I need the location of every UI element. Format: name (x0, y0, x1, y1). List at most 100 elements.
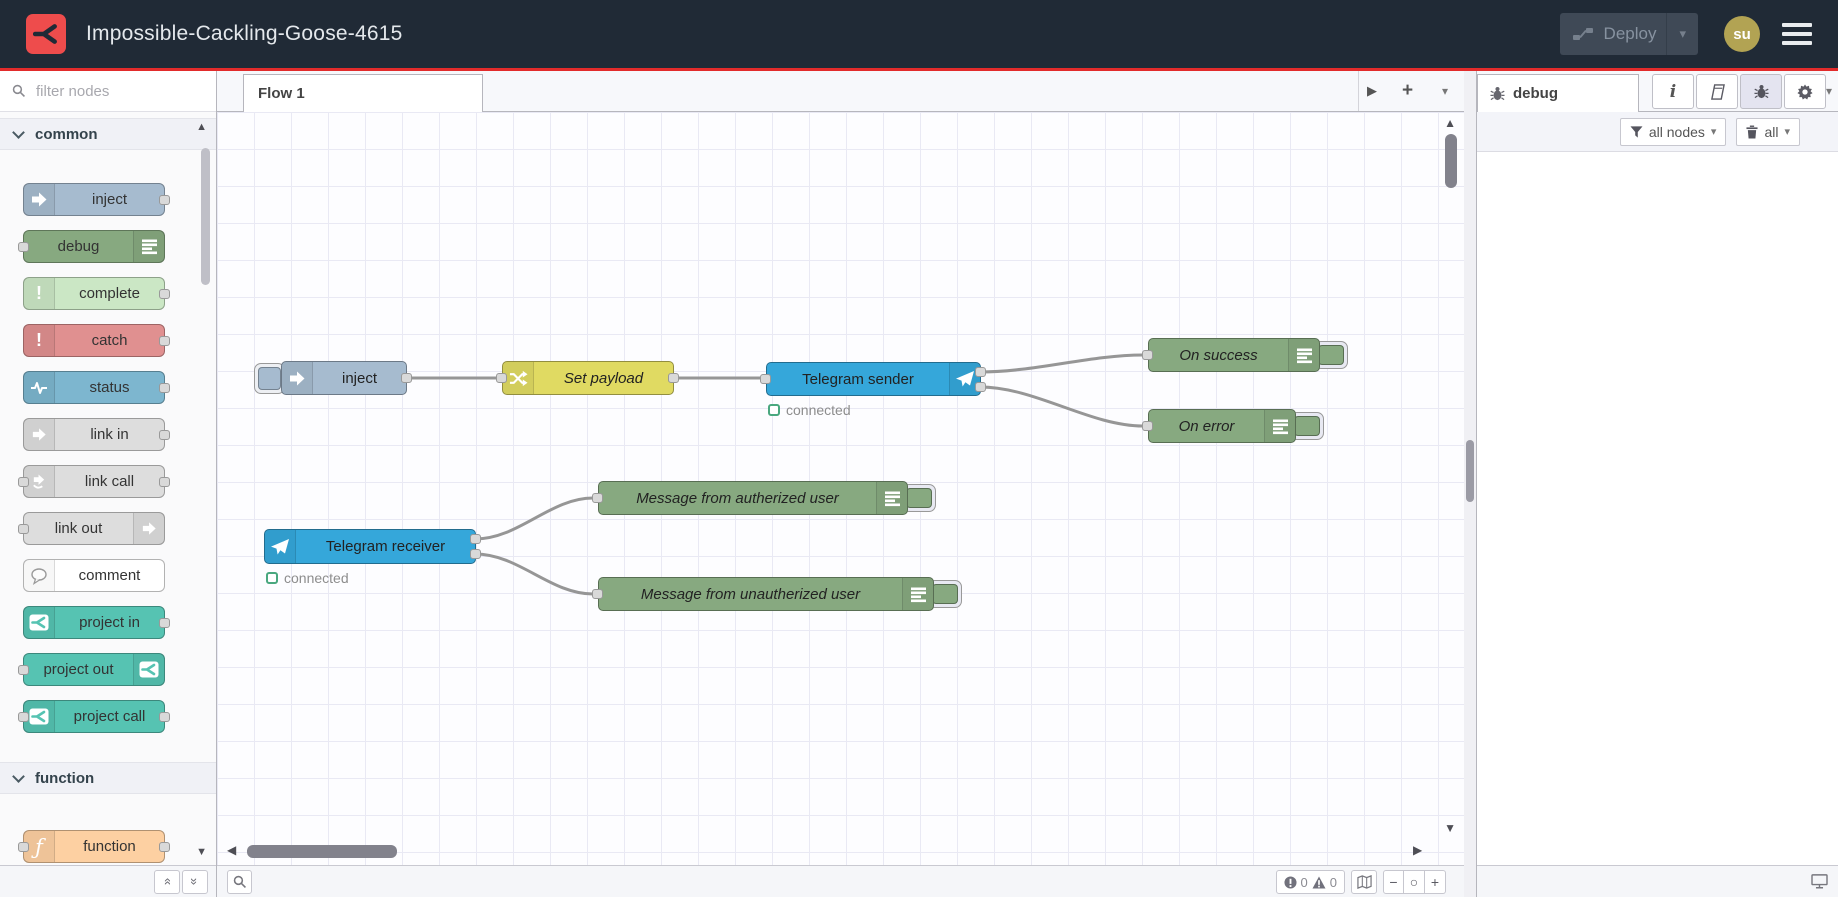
canvas-hscrollbar-thumb[interactable] (247, 845, 397, 858)
collapse-all-categories-button[interactable]: » (154, 869, 180, 894)
palette-node-project-in[interactable]: project in (23, 606, 170, 639)
node-port[interactable] (470, 534, 481, 544)
node-port[interactable] (159, 842, 170, 852)
palette-node-inject[interactable]: inject (23, 183, 170, 216)
palette-node-debug[interactable]: debug (18, 230, 165, 263)
deploy-button[interactable]: Deploy ▾ (1559, 13, 1698, 55)
node-telegram-sender[interactable]: Telegram sender (766, 362, 981, 396)
palette-node-complete[interactable]: ! complete (23, 277, 170, 310)
node-inject[interactable]: inject (281, 361, 407, 395)
node-port[interactable] (18, 842, 29, 852)
node-port[interactable] (1142, 421, 1153, 431)
zoom-out-button[interactable]: − (1383, 870, 1404, 894)
node-port[interactable] (1142, 350, 1153, 360)
splitter-grip[interactable] (1466, 440, 1474, 502)
node-port[interactable] (159, 712, 170, 722)
debug-message-list[interactable] (1477, 152, 1838, 865)
node-port[interactable] (401, 373, 412, 383)
sidebar-menu-caret-icon[interactable]: ▾ (1826, 71, 1832, 111)
palette-scroll-down-icon[interactable]: ▼ (196, 847, 207, 858)
node-port[interactable] (975, 367, 986, 377)
canvas-scroll-right-icon[interactable]: ▶ (1413, 843, 1422, 857)
palette-node-comment[interactable]: comment (23, 559, 165, 592)
add-flow-button[interactable]: + (1402, 71, 1413, 111)
node-set-payload[interactable]: Set payload (502, 361, 674, 395)
palette-category-function[interactable]: function (0, 762, 216, 794)
node-label: Message from autherized user (636, 489, 839, 507)
node-port[interactable] (592, 589, 603, 599)
node-status: connected (266, 570, 349, 586)
canvas-scroll-down-icon[interactable]: ▼ (1444, 821, 1456, 835)
node-port[interactable] (470, 549, 481, 559)
palette-category-common[interactable]: common (0, 118, 216, 150)
node-port[interactable] (496, 373, 507, 383)
canvas-vscrollbar-thumb[interactable] (1445, 134, 1457, 188)
debug-tab-button[interactable] (1740, 74, 1782, 109)
tab-flow-1[interactable]: Flow 1 (243, 74, 483, 112)
debug-filter-button[interactable]: all nodes ▾ (1619, 117, 1727, 146)
palette-node-project-out[interactable]: project out (18, 653, 165, 686)
node-port[interactable] (18, 712, 29, 722)
node-port[interactable] (668, 373, 679, 383)
flow-canvas[interactable]: inject Set payload Telegram sender conne… (217, 112, 1464, 865)
node-msg-unauthorized[interactable]: Message from unautherized user (598, 577, 934, 611)
canvas-scroll-up-icon[interactable]: ▲ (1444, 116, 1456, 130)
node-port[interactable] (159, 336, 170, 346)
node-on-error[interactable]: On error (1148, 409, 1296, 443)
flow-tab-label: Flow 1 (258, 85, 305, 102)
expand-all-categories-button[interactable]: » (182, 869, 208, 894)
palette-scrollbar-thumb[interactable] (201, 148, 210, 285)
node-port[interactable] (760, 374, 771, 384)
node-port[interactable] (159, 195, 170, 205)
wire[interactable] (474, 552, 594, 596)
main-menu-button[interactable] (1782, 23, 1812, 45)
wire[interactable] (474, 496, 594, 541)
node-label: inject (341, 369, 378, 387)
error-warning-counts[interactable]: 0 0 (1275, 870, 1345, 894)
node-port[interactable] (18, 477, 29, 487)
node-port[interactable] (18, 524, 29, 534)
palette-node-link-call[interactable]: link call (18, 465, 170, 498)
palette-node-project-call[interactable]: project call (18, 700, 170, 733)
node-port[interactable] (159, 477, 170, 487)
node-telegram-receiver[interactable]: Telegram receiver (264, 529, 476, 564)
node-msg-authorized[interactable]: Message from autherized user (598, 481, 908, 515)
palette-node-label: link in (90, 426, 129, 443)
navigator-map-button[interactable] (1351, 870, 1377, 894)
wire[interactable] (979, 353, 1144, 374)
user-avatar[interactable]: su (1724, 16, 1760, 52)
deploy-caret-icon[interactable]: ▾ (1667, 26, 1698, 42)
zoom-in-button[interactable]: + (1425, 870, 1446, 894)
config-tab-button[interactable] (1784, 74, 1826, 109)
open-debug-window-button[interactable] (1811, 874, 1828, 889)
node-port[interactable] (18, 665, 29, 675)
palette-node-catch[interactable]: ! catch (23, 324, 170, 357)
canvas-scroll-left-icon[interactable]: ◀ (227, 843, 236, 857)
node-port[interactable] (159, 618, 170, 628)
zoom-reset-button[interactable]: ○ (1404, 870, 1425, 894)
info-tab-button[interactable]: i (1652, 74, 1694, 109)
node-port[interactable] (159, 430, 170, 440)
canvas-search-button[interactable] (227, 870, 252, 894)
palette-node-link-in[interactable]: link in (23, 418, 170, 451)
node-port[interactable] (592, 493, 603, 503)
telegram-plane-icon (265, 530, 296, 563)
help-tab-button[interactable] (1696, 74, 1738, 109)
node-label: Message from unautherized user (640, 585, 861, 603)
node-port[interactable] (18, 242, 29, 252)
node-on-success[interactable]: On success (1148, 338, 1320, 372)
wire[interactable] (979, 385, 1144, 428)
scroll-tabs-right-icon[interactable]: ▶ (1367, 71, 1377, 111)
node-port[interactable] (159, 289, 170, 299)
debug-clear-button[interactable]: all ▾ (1736, 117, 1800, 146)
flow-list-caret-icon[interactable]: ▾ (1442, 71, 1448, 111)
palette-node-function[interactable]: ƒ function (18, 830, 170, 863)
palette-node-link-out[interactable]: link out (18, 512, 165, 545)
sidebar-splitter[interactable] (1464, 71, 1476, 897)
tab-debug[interactable]: debug (1477, 74, 1639, 112)
node-port[interactable] (159, 383, 170, 393)
node-port[interactable] (975, 382, 986, 392)
palette-scroll-up-icon[interactable]: ▲ (196, 122, 207, 133)
palette-filter-input[interactable] (34, 81, 188, 101)
palette-node-status[interactable]: status (23, 371, 170, 404)
